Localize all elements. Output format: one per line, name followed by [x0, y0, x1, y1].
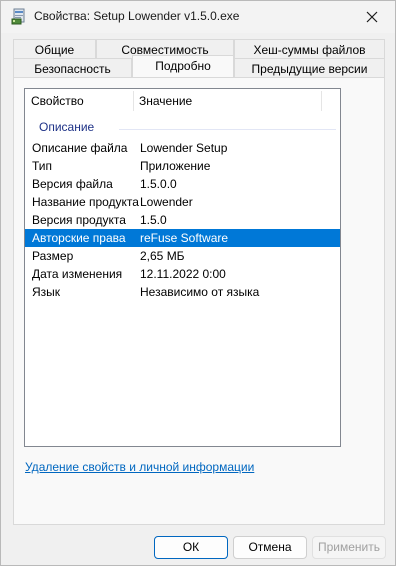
tab-hash-sums[interactable]: Хеш-суммы файлов — [234, 39, 385, 59]
row-property: Дата изменения — [32, 267, 123, 281]
row-property: Размер — [32, 249, 74, 263]
table-row-selected[interactable]: Авторские права reFuse Software — [25, 229, 340, 247]
row-value: 12.11.2022 0:00 — [140, 267, 226, 281]
header-divider[interactable] — [321, 91, 322, 111]
apply-button[interactable]: Применить — [312, 536, 386, 559]
details-panel: Свойство Значение Описание Описание файл… — [13, 77, 385, 525]
close-icon — [366, 11, 378, 23]
group-divider — [119, 129, 336, 130]
setup-exe-icon — [11, 8, 27, 25]
row-property: Название продукта — [32, 195, 139, 209]
row-property: Язык — [32, 285, 61, 299]
row-value: 1.5.0 — [140, 213, 167, 227]
row-property: Авторские права — [32, 231, 126, 245]
cancel-button[interactable]: Отмена — [233, 536, 307, 559]
close-button[interactable] — [349, 1, 395, 33]
group-label: Описание — [39, 120, 95, 134]
header-value[interactable]: Значение — [133, 89, 321, 114]
row-value: 2,65 МБ — [140, 249, 185, 263]
row-property: Версия продукта — [32, 213, 126, 227]
row-value: reFuse Software — [140, 231, 229, 245]
table-row[interactable]: Дата изменения 12.11.2022 0:00 — [25, 265, 340, 283]
table-row[interactable]: Описание файла Lowender Setup — [25, 139, 340, 157]
tab-previous-versions[interactable]: Предыдущие версии — [234, 58, 385, 78]
table-row[interactable]: Версия продукта 1.5.0 — [25, 211, 340, 229]
ok-button[interactable]: ОК — [154, 536, 228, 559]
group-description: Описание — [25, 119, 340, 137]
row-property: Описание файла — [32, 141, 128, 155]
table-row[interactable]: Версия файла 1.5.0.0 — [25, 175, 340, 193]
tab-details[interactable]: Подробно — [132, 55, 234, 77]
table-row[interactable]: Язык Независимо от языка — [25, 283, 340, 301]
table-row[interactable]: Название продукта Lowender — [25, 193, 340, 211]
row-value: 1.5.0.0 — [140, 177, 177, 191]
table-row[interactable]: Размер 2,65 МБ — [25, 247, 340, 265]
row-property: Версия файла — [32, 177, 113, 191]
details-list[interactable]: Свойство Значение Описание Описание файл… — [24, 88, 341, 447]
tab-security[interactable]: Безопасность — [13, 58, 132, 78]
row-value: Независимо от языка — [140, 285, 260, 299]
row-value: Lowender Setup — [140, 141, 228, 155]
tab-general[interactable]: Общие — [13, 39, 96, 59]
header-property[interactable]: Свойство — [25, 89, 133, 114]
table-row[interactable]: Тип Приложение — [25, 157, 340, 175]
row-value: Приложение — [140, 159, 211, 173]
row-value: Lowender — [140, 195, 193, 209]
properties-dialog: Свойства: Setup Lowender v1.5.0.exe Общи… — [0, 0, 396, 566]
remove-properties-link[interactable]: Удаление свойств и личной информации — [25, 460, 254, 474]
title-bar: Свойства: Setup Lowender v1.5.0.exe — [1, 1, 395, 33]
list-header: Свойство Значение — [25, 89, 340, 114]
window-title: Свойства: Setup Lowender v1.5.0.exe — [34, 9, 240, 23]
row-property: Тип — [32, 159, 53, 173]
